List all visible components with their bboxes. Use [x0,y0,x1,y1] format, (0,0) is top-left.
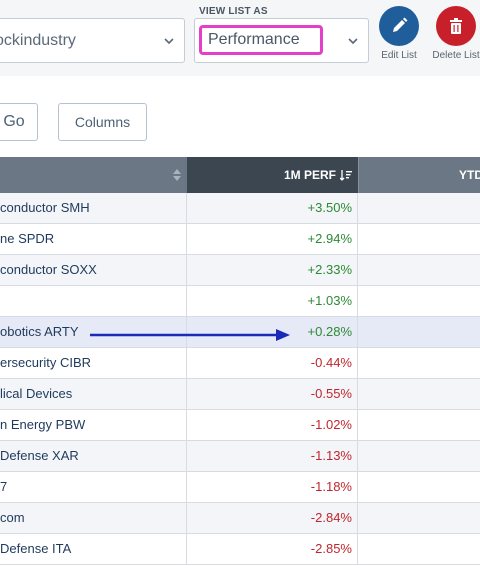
symbol-name-cell[interactable]: conductor SMH [0,193,187,223]
perf-value: +1.03% [187,286,358,316]
table-row[interactable]: Defense XAR -1.13% [0,441,480,472]
symbol-name[interactable]: lical Devices [0,379,72,409]
chevron-down-icon [164,37,174,44]
pencil-icon [379,6,419,46]
perf-value: -1.18% [187,472,358,502]
perf-value: -2.85% [187,534,358,564]
table-row[interactable]: n Energy PBW -1.02% [0,410,480,441]
sort-icon [173,169,181,181]
perf-value: -0.55% [187,379,358,409]
symbol-name[interactable]: conductor SOXX [0,255,97,285]
ytd-value [358,503,480,533]
symbol-name[interactable]: obotics ARTY [0,317,79,347]
table-row[interactable]: +1.03% [0,286,480,317]
trash-icon [436,6,476,46]
table-row[interactable]: com -2.84% [0,503,480,534]
table-row[interactable]: Defense ITA -2.85% [0,534,480,565]
symbol-name[interactable]: conductor SMH [0,193,90,223]
name-column-header[interactable] [0,157,187,193]
table-row[interactable]: conductor SMH +3.50% [0,193,480,224]
symbol-name[interactable]: 7 [0,472,7,502]
perf-value: -2.84% [187,503,358,533]
perf-value: +2.94% [187,224,358,254]
ytd-column-label: YTD [459,168,480,182]
table-header: 1M PERF YTD [0,157,480,193]
perf-value: +3.50% [187,193,358,223]
table-row[interactable]: conductor SOXX +2.33% [0,255,480,286]
symbol-name[interactable]: ne SPDR [0,224,54,254]
view-select-highlight[interactable]: Performance [199,25,323,55]
perf-value: +2.33% [187,255,358,285]
table-row[interactable]: ersecurity CIBR -0.44% [0,348,480,379]
ytd-value [358,410,480,440]
view-select-value: Performance [208,31,300,48]
table-body: conductor SMH +3.50% ne SPDR +2.94% conducto… [0,193,480,565]
symbol-name-cell[interactable]: Defense ITA [0,534,187,564]
symbol-name[interactable]: Defense XAR [0,441,79,471]
symbol-name[interactable]: n Energy PBW [0,410,85,440]
symbol-name-cell[interactable]: conductor SOXX [0,255,187,285]
perf-column-label: 1M PERF [283,168,336,182]
symbol-name-cell[interactable]: lical Devices [0,379,187,409]
view-list-label: VIEW LIST AS [199,6,268,17]
ytd-value [358,379,480,409]
symbol-name-cell[interactable]: Defense XAR [0,441,187,471]
columns-button[interactable]: Columns [58,103,147,141]
edit-list-label: Edit List [381,50,417,61]
symbol-name-cell[interactable]: n Energy PBW [0,410,187,440]
perf-value: -1.13% [187,441,358,471]
symbol-name[interactable]: ersecurity CIBR [0,348,91,378]
table-row[interactable]: 7 -1.18% [0,472,480,503]
ytd-value [358,441,480,471]
ytd-column-header[interactable]: YTD [358,157,480,193]
symbol-name[interactable]: com [0,503,25,533]
ytd-value [358,348,480,378]
go-button[interactable]: Go [0,103,38,141]
chevron-down-icon [348,37,358,44]
ytd-value [358,224,480,254]
annotation-arrow [90,329,290,341]
industry-select[interactable]: ockindustry [0,18,185,63]
ytd-value [358,472,480,502]
delete-list-button[interactable]: Delete List [428,6,480,61]
symbol-name-cell[interactable]: ersecurity CIBR [0,348,187,378]
ytd-value [358,255,480,285]
edit-list-button[interactable]: Edit List [375,6,423,61]
delete-list-label: Delete List [432,50,480,61]
table-row[interactable]: lical Devices -0.55% [0,379,480,410]
perf-column-header[interactable]: 1M PERF [187,157,358,193]
table-row[interactable]: ne SPDR +2.94% [0,224,480,255]
symbol-name-cell[interactable]: com [0,503,187,533]
ytd-value [358,317,480,347]
sort-descending-icon [340,170,352,181]
toolbar: ockindustry VIEW LIST AS Performance Edi… [0,0,480,76]
perf-value: -1.02% [187,410,358,440]
ytd-value [358,534,480,564]
symbol-name-cell[interactable] [0,286,187,316]
perf-value: -0.44% [187,348,358,378]
symbol-name-cell[interactable]: ne SPDR [0,224,187,254]
symbol-name[interactable]: Defense ITA [0,534,71,564]
ytd-value [358,286,480,316]
symbol-name-cell[interactable]: 7 [0,472,187,502]
ytd-value [358,193,480,223]
industry-select-value: ockindustry [0,31,76,49]
